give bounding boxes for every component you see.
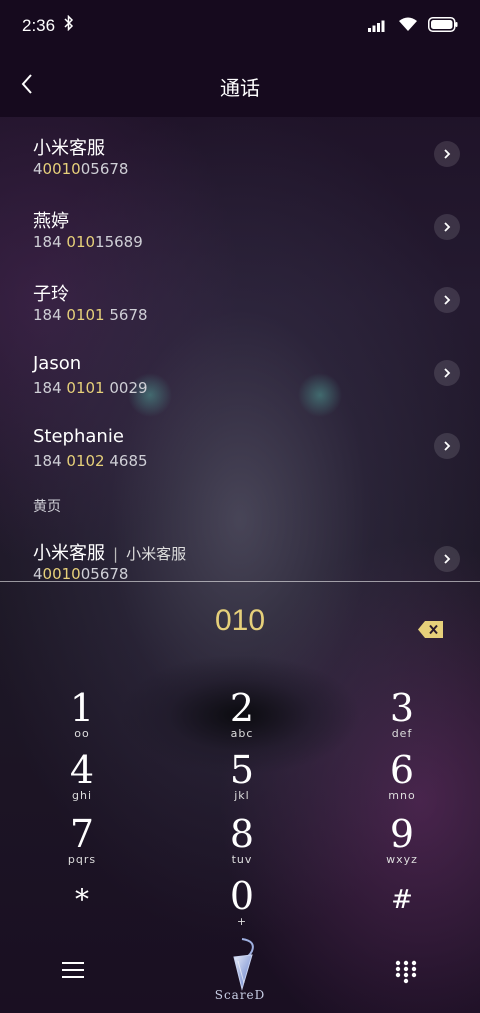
chevron-right-icon[interactable] bbox=[434, 546, 460, 572]
yellow-pages-name: 小米客服 | 小米客服 bbox=[33, 543, 187, 564]
backspace-icon[interactable] bbox=[418, 620, 444, 639]
chevron-right-icon[interactable] bbox=[434, 214, 460, 240]
contact-number: 184 0102 4685 bbox=[33, 452, 148, 470]
contact-number: 184 0101 0029 bbox=[33, 379, 148, 397]
contact-row[interactable]: Jason 184 0101 0029 bbox=[0, 336, 480, 409]
status-time: 2:36 bbox=[22, 16, 56, 35]
battery-icon bbox=[428, 17, 458, 36]
status-bar: 2:36 bbox=[0, 0, 480, 52]
dial-key-6[interactable]: 6 mno bbox=[342, 750, 462, 810]
dial-key-0[interactable]: 0 + bbox=[182, 876, 302, 936]
bluetooth-icon bbox=[64, 14, 74, 35]
contact-name: Stephanie bbox=[33, 426, 124, 447]
chevron-right-icon[interactable] bbox=[434, 287, 460, 313]
contact-number: 4001005678 bbox=[33, 160, 129, 178]
dial-key-4[interactable]: 4 ghi bbox=[22, 750, 142, 810]
dial-key-7[interactable]: 7 pqrs bbox=[22, 814, 142, 874]
voicemail-icon: ᴏᴏ bbox=[74, 727, 90, 740]
contact-results-list: 小米客服 4001005678 燕婷 184 01015689 子玲 184 0… bbox=[0, 117, 480, 581]
menu-icon[interactable] bbox=[62, 961, 84, 979]
contact-row[interactable]: 燕婷 184 01015689 bbox=[0, 190, 480, 263]
chevron-right-icon[interactable] bbox=[434, 141, 460, 167]
logo-text: ScareD bbox=[214, 988, 266, 1002]
dial-key-9[interactable]: 9 wxyz bbox=[342, 814, 462, 874]
yellow-pages-number: 4001005678 bbox=[33, 565, 129, 581]
dial-key-8[interactable]: 8 tuv bbox=[182, 814, 302, 874]
contact-row[interactable]: 子玲 184 0101 5678 bbox=[0, 263, 480, 336]
dial-key-5[interactable]: 5 jkl bbox=[182, 750, 302, 810]
dial-key-2[interactable]: 2 abc bbox=[182, 688, 302, 748]
dial-key-star[interactable]: * bbox=[22, 880, 142, 940]
chevron-right-icon[interactable] bbox=[434, 433, 460, 459]
page-title: 通话 bbox=[220, 76, 260, 100]
contact-name: 燕婷 bbox=[33, 211, 69, 232]
section-header-yellow-pages: 黄页 bbox=[33, 499, 61, 515]
dialed-number-display: 010 bbox=[214, 604, 266, 637]
dial-key-1[interactable]: 1 ᴏᴏ bbox=[22, 688, 142, 748]
dialpad-toggle-icon[interactable] bbox=[395, 960, 417, 984]
top-app-bar: 通话 bbox=[0, 52, 480, 117]
contact-row[interactable]: 小米客服 4001005678 bbox=[0, 117, 480, 190]
dial-key-hash[interactable]: # bbox=[342, 880, 462, 940]
contact-row[interactable]: Stephanie 184 0102 4685 bbox=[0, 409, 480, 482]
contact-name: Jason bbox=[33, 353, 82, 374]
contact-number: 184 0101 5678 bbox=[33, 306, 148, 324]
contact-number: 184 01015689 bbox=[33, 233, 143, 251]
contact-name: 小米客服 bbox=[33, 138, 105, 159]
dial-key-3[interactable]: 3 def bbox=[342, 688, 462, 748]
signal-icon bbox=[368, 17, 388, 36]
yellow-pages-row[interactable]: 小米客服 | 小米客服 4001005678 bbox=[0, 522, 480, 581]
wifi-icon bbox=[398, 17, 418, 36]
chevron-right-icon[interactable] bbox=[434, 360, 460, 386]
contact-name: 子玲 bbox=[33, 284, 69, 305]
divider bbox=[0, 581, 480, 582]
